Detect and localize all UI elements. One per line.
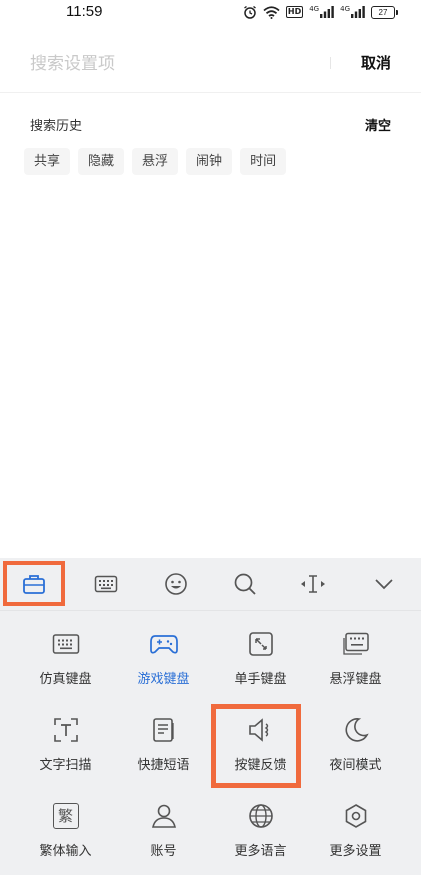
phrase-icon — [152, 716, 176, 744]
grid-item-key-feedback[interactable]: 按键反馈 — [208, 704, 313, 790]
toolbar-search[interactable] — [215, 558, 275, 610]
grid-item-floating-keyboard[interactable]: 悬浮键盘 — [303, 618, 408, 704]
grid-item-label: 快捷短语 — [137, 758, 190, 773]
hd-badge: HD — [285, 6, 304, 18]
toolbar-keyboard[interactable] — [76, 558, 136, 610]
highlight-box — [3, 561, 65, 606]
traditional-icon: 繁 — [52, 802, 79, 830]
grid-item-account[interactable]: 账号 — [111, 790, 216, 876]
grid-item-one-hand-keyboard[interactable]: 单手键盘 — [208, 618, 313, 704]
grid-item-label: 仿真键盘 — [39, 672, 92, 687]
grid-item-label: 账号 — [150, 844, 177, 859]
speaker-icon — [247, 716, 275, 744]
gamepad-icon — [149, 630, 179, 658]
keyboard-toolbox-panel: 仿真键盘 游戏键盘 单手键盘 悬浮键盘 文字扫描 快捷短语 按键反馈 夜间模式 … — [0, 558, 421, 875]
grid-item-night-mode[interactable]: 夜间模式 — [303, 704, 408, 790]
grid-item-label: 悬浮键盘 — [329, 672, 382, 687]
history-tag[interactable]: 闹钟 — [186, 148, 233, 175]
status-bar: 11:59 HD 4G 4G 27 — [0, 0, 421, 26]
floating-keyboard-icon — [342, 630, 370, 658]
globe-icon — [248, 802, 274, 830]
keyboard-icon — [94, 575, 118, 593]
settings-icon — [343, 802, 369, 830]
wifi-icon — [263, 5, 280, 19]
history-tag[interactable]: 共享 — [24, 148, 71, 175]
one-hand-icon — [248, 630, 274, 658]
keyboard-toolbar — [0, 558, 421, 611]
grid-item-label: 单手键盘 — [234, 672, 287, 687]
divider — [0, 92, 421, 93]
history-tag[interactable]: 悬浮 — [132, 148, 179, 175]
grid-item-label: 更多设置 — [329, 844, 382, 859]
chevron-down-icon — [374, 578, 394, 590]
cancel-button[interactable]: 取消 — [361, 52, 391, 73]
status-icons: HD 4G 4G 27 — [243, 4, 398, 20]
text-scan-icon — [53, 716, 79, 744]
history-title: 搜索历史 — [30, 119, 83, 134]
grid-item-label: 繁体输入 — [39, 844, 92, 859]
toolbar-emoji[interactable] — [146, 558, 206, 610]
search-bar: 取消 — [0, 42, 421, 86]
grid-item-label: 夜间模式 — [329, 758, 382, 773]
toolbar-collapse[interactable] — [354, 558, 414, 610]
search-divider — [330, 57, 331, 69]
grid-item-label: 按键反馈 — [234, 758, 287, 773]
search-input[interactable] — [28, 50, 322, 78]
battery-icon: 27 — [371, 5, 398, 19]
history-tag[interactable]: 时间 — [240, 148, 287, 175]
grid-item-label: 文字扫描 — [39, 758, 92, 773]
emoji-icon — [164, 572, 188, 596]
moon-icon — [343, 716, 369, 744]
user-icon — [151, 802, 177, 830]
cursor-icon — [299, 573, 327, 595]
grid-item-simulated-keyboard[interactable]: 仿真键盘 — [13, 618, 118, 704]
history-tag[interactable]: 隐藏 — [78, 148, 125, 175]
clear-history-button[interactable]: 清空 — [365, 115, 391, 134]
search-icon — [233, 572, 257, 596]
signal-icon: 4G — [309, 6, 334, 18]
grid-item-game-keyboard[interactable]: 游戏键盘 — [111, 618, 216, 704]
grid-item-label: 游戏键盘 — [137, 672, 190, 687]
grid-item-more-languages[interactable]: 更多语言 — [208, 790, 313, 876]
toolbox-grid: 仿真键盘 游戏键盘 单手键盘 悬浮键盘 文字扫描 快捷短语 按键反馈 夜间模式 … — [0, 618, 421, 875]
grid-item-more-settings[interactable]: 更多设置 — [303, 790, 408, 876]
grid-item-quick-phrase[interactable]: 快捷短语 — [111, 704, 216, 790]
grid-item-text-scan[interactable]: 文字扫描 — [13, 704, 118, 790]
grid-item-traditional-input[interactable]: 繁 繁体输入 — [13, 790, 118, 876]
toolbar-cursor[interactable] — [283, 558, 343, 610]
signal-icon-2: 4G — [340, 6, 365, 18]
grid-item-label: 更多语言 — [234, 844, 287, 859]
keyboard-icon — [52, 630, 80, 658]
status-time: 11:59 — [66, 3, 103, 20]
history-tags: 共享 隐藏 悬浮 闹钟 时间 — [24, 148, 287, 175]
alarm-icon — [243, 5, 257, 19]
